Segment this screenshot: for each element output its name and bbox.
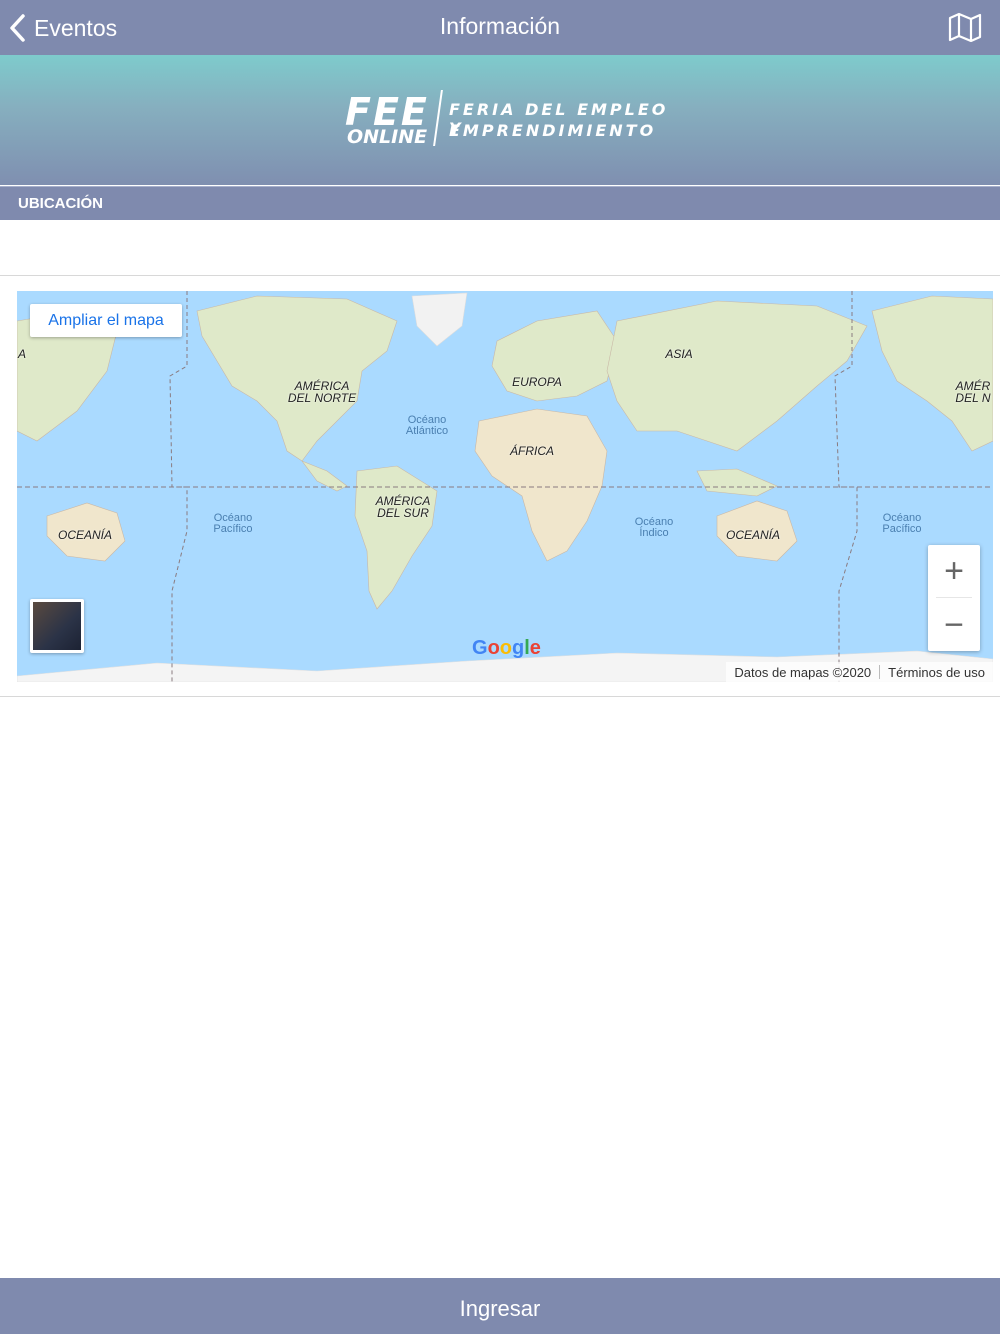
terms-link[interactable]: Términos de uso	[888, 665, 985, 680]
map-attribution: Datos de mapas ©2020 Términos de uso	[726, 662, 993, 682]
google-logo: Google	[472, 637, 541, 659]
fee-logo: FEE ONLINE FERIA DEL EMPLEO Y EMPRENDIMI…	[345, 90, 675, 150]
ingresar-button[interactable]: Ingresar	[0, 1278, 1000, 1334]
divider	[0, 275, 1000, 276]
street-view-button[interactable]	[30, 599, 84, 653]
event-banner: FEE ONLINE FERIA DEL EMPLEO Y EMPRENDIMI…	[0, 55, 1000, 185]
street-view-thumbnail	[33, 602, 81, 650]
page-title: Información	[439, 13, 561, 39]
attribution-separator	[879, 665, 881, 679]
continent-label: AMÉRICA DEL SUR	[375, 494, 431, 520]
continent-label: EUROPA	[512, 375, 562, 389]
section-label: UBICACIÓN	[18, 195, 103, 212]
map-data-credit: Datos de mapas ©2020	[734, 664, 872, 680]
section-header-ubicacion: UBICACIÓN	[0, 186, 1000, 220]
ocean-label: Océano Índico	[634, 516, 674, 539]
map-view[interactable]: Ampliar el mapa AMÉRICA DEL NORTE EUROPA…	[17, 291, 993, 682]
continent-label: ASIA	[665, 347, 693, 361]
continent-label: AMÉRICA DEL NORTE	[287, 379, 357, 405]
logo-online-text: ONLINE	[347, 126, 428, 148]
continent-label: AMÉR DEL N	[955, 379, 991, 405]
zoom-control: + −	[928, 545, 980, 651]
zoom-out-button[interactable]: −	[928, 599, 980, 651]
map-icon[interactable]	[948, 12, 982, 42]
navigation-bar: Eventos Información	[0, 0, 1000, 55]
continent-label: A	[17, 347, 26, 361]
expand-map-button[interactable]: Ampliar el mapa	[30, 304, 182, 337]
continent-label: OCEANÍA	[57, 528, 112, 542]
world-map	[17, 291, 993, 682]
continent-label: ÁFRICA	[509, 444, 554, 458]
logo-tagline-line2: EMPRENDIMIENTO	[449, 121, 657, 140]
ocean-label: Océano Atlántico	[405, 414, 449, 437]
ocean-label: Océano Pacífico	[213, 512, 253, 535]
continent-label: OCEANÍA	[725, 528, 780, 542]
ocean-label: Océano Pacífico	[882, 512, 922, 535]
logo-divider	[433, 90, 443, 146]
ingresar-label: Ingresar	[459, 1296, 541, 1321]
zoom-separator	[936, 597, 972, 598]
zoom-in-button[interactable]: +	[928, 545, 980, 597]
divider	[0, 696, 1000, 697]
